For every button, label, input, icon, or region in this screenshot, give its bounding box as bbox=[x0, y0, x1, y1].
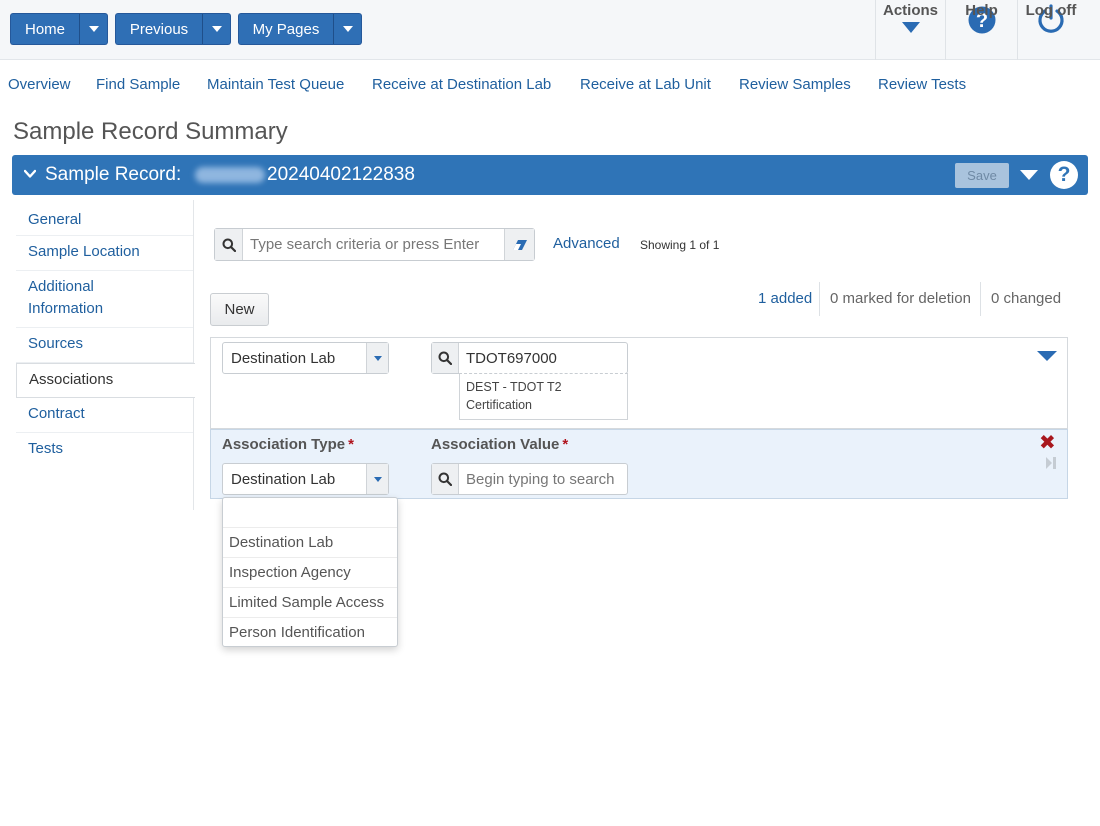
logoff-label: Log off bbox=[1025, 2, 1077, 19]
association-type-value: Destination Lab bbox=[231, 471, 336, 488]
dropdown-option-blank[interactable] bbox=[223, 498, 397, 528]
sidebar-item-tests[interactable]: Tests bbox=[16, 433, 193, 468]
skip-forward-icon[interactable] bbox=[1045, 456, 1057, 470]
association-row-editing: Association Type * Association Value * Des… bbox=[210, 429, 1068, 499]
sidebar: General Sample Location Additional Infor… bbox=[16, 200, 195, 510]
association-type-label: Association Type * bbox=[222, 436, 354, 453]
chevron-down-icon bbox=[88, 26, 99, 32]
association-row: Destination Lab TDOT697000 bbox=[210, 337, 1068, 429]
showing-count: Showing 1 of 1 bbox=[640, 238, 720, 252]
save-button[interactable]: Save bbox=[955, 163, 1009, 188]
chevron-down-icon[interactable] bbox=[366, 343, 388, 373]
association-type-dropdown: Destination Lab Inspection Agency Limite… bbox=[222, 497, 398, 647]
mypages-dropdown-button[interactable] bbox=[334, 13, 362, 45]
grid-search-input[interactable]: Type search criteria or press Enter bbox=[214, 228, 535, 261]
home-button-label: Home bbox=[24, 20, 65, 38]
search-icon[interactable] bbox=[432, 464, 459, 494]
sidebar-item-label: Contract bbox=[28, 405, 85, 422]
advanced-search-link[interactable]: Advanced bbox=[553, 235, 620, 252]
required-marker: * bbox=[562, 436, 569, 453]
association-value-text: TDOT697000 bbox=[466, 350, 557, 367]
description-line: DEST - TDOT T2 bbox=[466, 380, 562, 394]
divider bbox=[819, 282, 820, 316]
required-marker: * bbox=[348, 436, 354, 453]
search-placeholder: Type search criteria or press Enter bbox=[250, 236, 480, 253]
sidebar-item-sample-location[interactable]: Sample Location bbox=[16, 236, 193, 271]
changed-count: 0 changed bbox=[991, 290, 1062, 307]
chevron-down-icon[interactable] bbox=[366, 464, 388, 494]
help-button[interactable]: ? Help bbox=[945, 0, 1017, 60]
dropdown-option-limited-sample-access[interactable]: Limited Sample Access bbox=[223, 588, 397, 618]
sidebar-item-label: Sample Location bbox=[28, 243, 140, 260]
association-value-input[interactable]: TDOT697000 bbox=[431, 342, 628, 374]
eraser-icon[interactable] bbox=[504, 229, 534, 260]
marked-for-deletion-count: 0 marked for deletion bbox=[830, 290, 971, 307]
expand-row-caret-icon[interactable] bbox=[1037, 351, 1057, 361]
chevron-down-icon bbox=[211, 26, 222, 32]
home-dropdown-button[interactable] bbox=[80, 13, 108, 45]
record-menu-caret-icon[interactable] bbox=[1020, 170, 1038, 180]
mypages-button-label: My Pages bbox=[252, 20, 320, 38]
association-type-select[interactable]: Destination Lab bbox=[222, 463, 389, 495]
search-icon[interactable] bbox=[215, 229, 243, 260]
sidebar-item-label: Associations bbox=[29, 371, 114, 388]
sidebar-item-sources[interactable]: Sources bbox=[16, 328, 193, 363]
association-type-select[interactable]: Destination Lab bbox=[222, 342, 389, 374]
chevron-down-icon[interactable] bbox=[24, 168, 36, 180]
dropdown-option-inspection-agency[interactable]: Inspection Agency bbox=[223, 558, 397, 588]
association-value-label: Association Value * bbox=[431, 436, 569, 453]
sidebar-item-associations[interactable]: Associations bbox=[16, 363, 195, 398]
sidebar-item-label: Tests bbox=[28, 440, 64, 457]
divider bbox=[980, 282, 981, 316]
home-split-button: Home bbox=[10, 13, 108, 45]
sidebar-item-general[interactable]: General bbox=[16, 206, 193, 236]
change-counts: 1 added 0 marked for deletion 0 changed bbox=[0, 282, 1100, 316]
nav-link-review-samples[interactable]: Review Samples bbox=[739, 76, 851, 93]
dropdown-option-person-identification[interactable]: Person Identification bbox=[223, 618, 397, 648]
mypages-button[interactable]: My Pages bbox=[238, 13, 334, 45]
association-value-input[interactable]: Begin typing to search bbox=[431, 463, 628, 495]
association-value-description: DEST - TDOT T2 Certification bbox=[459, 373, 628, 420]
nav-link-review-tests[interactable]: Review Tests bbox=[878, 76, 966, 93]
nav-link-find-sample[interactable]: Find Sample bbox=[96, 76, 180, 93]
previous-dropdown-button[interactable] bbox=[203, 13, 231, 45]
sidebar-item-label: General bbox=[28, 211, 82, 228]
topbar-actions-group: Actions ? Help Log off bbox=[875, 0, 1084, 60]
nav-link-overview[interactable]: Overview bbox=[8, 76, 71, 93]
top-bar: Home Previous My Pages Actions ? Help Lo… bbox=[0, 0, 1100, 60]
association-value-placeholder: Begin typing to search bbox=[466, 471, 615, 488]
record-header: Sample Record: 20240402122838 Save ? bbox=[12, 155, 1088, 195]
description-line: Certification bbox=[466, 398, 532, 412]
actions-button[interactable]: Actions bbox=[875, 0, 945, 60]
mypages-split-button: My Pages bbox=[238, 13, 362, 45]
previous-button[interactable]: Previous bbox=[115, 13, 203, 45]
page-title: Sample Record Summary bbox=[13, 118, 288, 145]
dropdown-option-destination-lab[interactable]: Destination Lab bbox=[223, 528, 397, 558]
logoff-button[interactable]: Log off bbox=[1017, 0, 1084, 60]
nav-link-receive-at-destination-lab[interactable]: Receive at Destination Lab bbox=[372, 76, 551, 93]
actions-label: Actions bbox=[882, 2, 938, 19]
added-count[interactable]: 1 added bbox=[758, 290, 812, 307]
previous-button-label: Previous bbox=[129, 20, 189, 38]
redacted-record-prefix bbox=[195, 167, 265, 183]
association-type-value: Destination Lab bbox=[231, 350, 336, 367]
help-icon[interactable]: ? bbox=[1050, 161, 1078, 189]
nav-link-receive-at-lab-unit[interactable]: Receive at Lab Unit bbox=[580, 76, 711, 93]
delete-row-icon[interactable]: ✖ bbox=[1039, 433, 1056, 453]
home-button[interactable]: Home bbox=[10, 13, 80, 45]
nav-link-maintain-test-queue[interactable]: Maintain Test Queue bbox=[207, 76, 344, 93]
previous-split-button: Previous bbox=[115, 13, 231, 45]
search-icon[interactable] bbox=[432, 343, 459, 373]
record-id: 20240402122838 bbox=[267, 164, 415, 185]
sidebar-item-contract[interactable]: Contract bbox=[16, 398, 193, 433]
help-label: Help bbox=[965, 2, 998, 19]
chevron-down-icon bbox=[342, 26, 353, 32]
record-label: Sample Record: bbox=[45, 164, 182, 185]
sidebar-item-label: Sources bbox=[28, 335, 84, 352]
